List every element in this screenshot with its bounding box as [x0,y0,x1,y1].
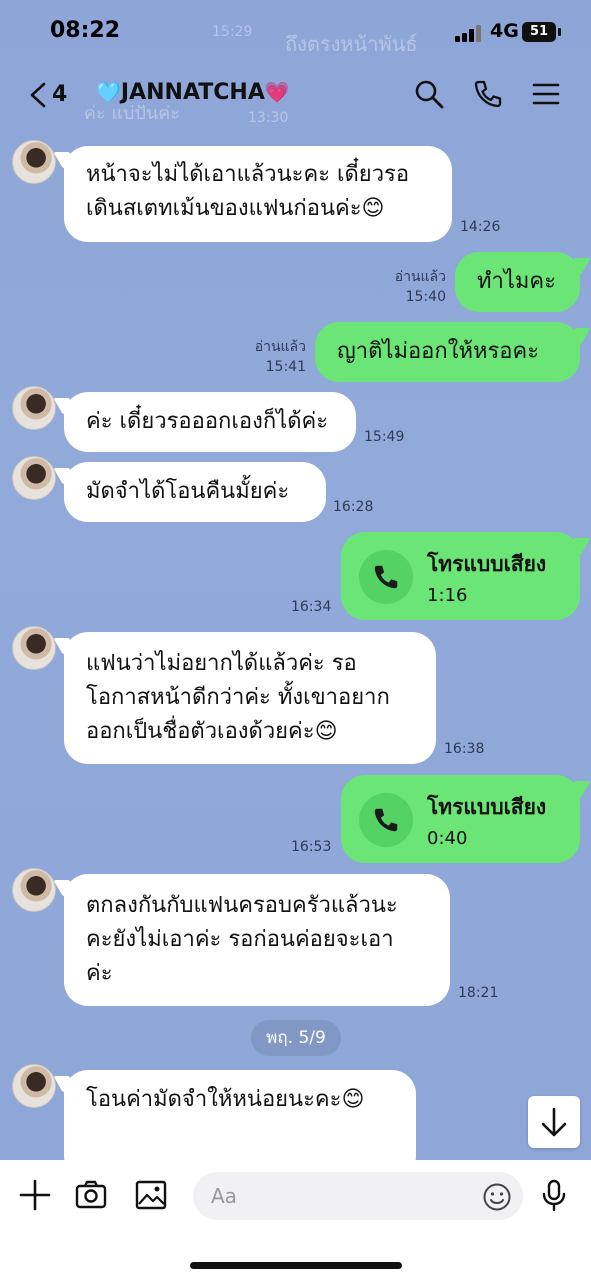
chevron-left-icon[interactable] [24,80,54,110]
network-type: 4G [490,20,519,42]
battery-icon: 51 [522,22,561,42]
message-time: 16:53 [291,839,332,855]
status-time: 08:22 [50,18,121,43]
emoji-icon[interactable] [482,1182,512,1212]
voice-call-bubble[interactable]: โทรแบบเสียง 0:40 [341,775,580,863]
contact-avatar[interactable] [12,1064,56,1108]
chat-header: 4 🩵JANNATCHA💗 [0,62,591,128]
message-input[interactable]: Aa [193,1172,523,1220]
image-icon[interactable] [134,1178,168,1212]
message-bubble-incoming[interactable]: ตกลงกันกับแฟนครอบครัวแล้วนะ คะยังไม่เอาค… [64,874,450,1006]
message-bubble-outgoing[interactable]: ญาติไม่ออกให้หรอคะ [315,322,580,382]
phone-icon[interactable] [472,78,504,110]
plus-icon[interactable] [18,1178,52,1212]
message-bubble-outgoing[interactable]: ทำไมคะ [455,252,580,312]
camera-icon[interactable] [74,1178,108,1212]
voice-call-bubble[interactable]: โทรแบบเสียง 1:16 [341,532,580,620]
contact-avatar[interactable] [12,456,56,500]
mic-icon[interactable] [537,1178,571,1212]
message-read-status: อ่านแล้ว [394,269,446,285]
chat-title[interactable]: 🩵JANNATCHA💗 [96,80,290,105]
heart-icon: 💗 [264,80,290,104]
signal-icon [455,24,485,42]
unread-count[interactable]: 4 [52,82,67,107]
contact-avatar[interactable] [12,140,56,184]
message-bubble-incoming[interactable]: แฟนว่าไม่อยากได้แล้วค่ะ รอ โอกาสหน้าดีกว… [64,632,436,764]
message-bubble-incoming[interactable]: มัดจำได้โอนคืนมั้ยค่ะ [64,462,326,522]
call-label: โทรแบบเสียง [427,552,547,576]
faded-message-time: 15:29 [212,24,253,40]
contact-avatar[interactable] [12,626,56,670]
search-icon[interactable] [413,78,445,110]
menu-icon[interactable] [530,78,562,110]
message-time: 16:38 [444,741,485,757]
message-read-status: อ่านแล้ว [254,339,306,355]
faded-header-text: ถึงตรงหน้าพันธ์ [285,32,418,56]
message-time: 16:28 [333,499,374,515]
contact-avatar[interactable] [12,868,56,912]
heart-icon: 🩵 [96,80,121,104]
phone-icon [359,793,413,847]
call-duration: 1:16 [427,585,468,606]
call-duration: 0:40 [427,828,468,849]
message-time: 16:34 [291,599,332,615]
phone-icon [359,550,413,604]
message-bubble-incoming[interactable]: ค่ะ เดี๋ยวรอออกเองก็ได้ค่ะ [64,392,356,452]
arrow-down-icon [541,1107,567,1137]
message-time: 15:41 [265,359,306,375]
date-separator: พฤ. 5/9 [251,1020,341,1056]
contact-avatar[interactable] [12,386,56,430]
contact-name: JANNATCHA [120,80,265,105]
message-time: 15:40 [405,289,446,305]
message-time: 14:26 [460,219,501,235]
message-bubble-incoming[interactable]: หน้าจะไม่ได้เอาแล้วนะคะ เดี๋ยวรอ เดินสเต… [64,146,452,242]
scroll-to-bottom-button[interactable] [528,1096,580,1148]
call-label: โทรแบบเสียง [427,795,547,819]
message-time: 15:49 [364,429,405,445]
message-time: 18:21 [458,985,499,1001]
input-placeholder: Aa [211,1184,237,1208]
home-indicator [190,1262,402,1269]
